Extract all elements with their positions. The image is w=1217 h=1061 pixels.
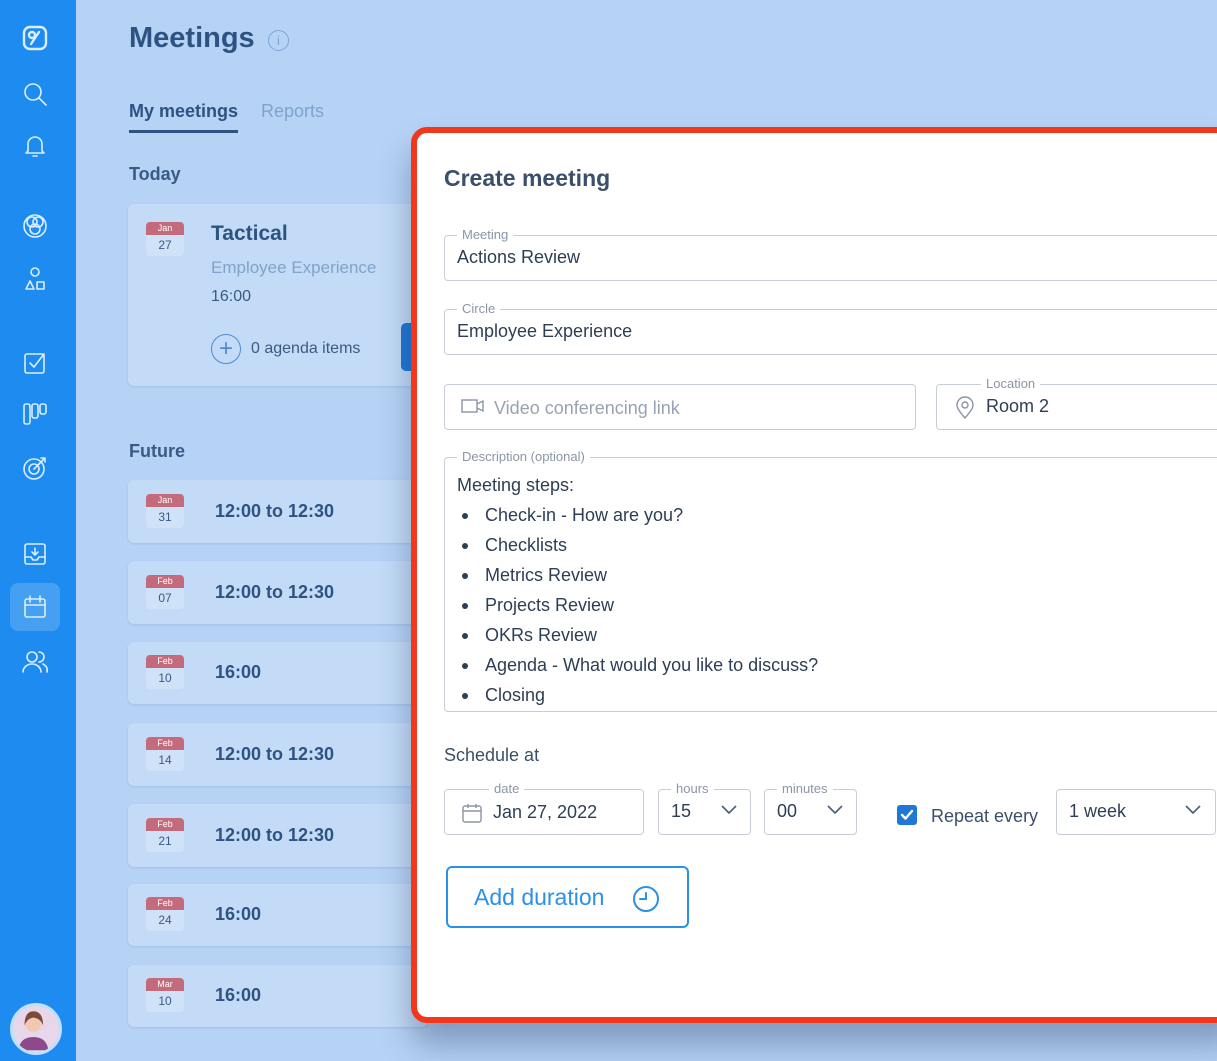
date-badge: Feb 21 xyxy=(146,818,184,852)
board-icon[interactable] xyxy=(10,390,60,438)
list-item: Metrics Review xyxy=(457,560,818,590)
people-icon[interactable] xyxy=(10,637,60,685)
chevron-down-icon xyxy=(1185,805,1201,819)
tab-my-meetings[interactable]: My meetings xyxy=(129,101,239,133)
roles-icon[interactable] xyxy=(10,255,60,303)
list-item: Checklists xyxy=(457,530,818,560)
chevron-down-icon xyxy=(827,805,843,819)
repeat-interval-select[interactable]: 1 week xyxy=(1056,789,1216,835)
list-item: Closing xyxy=(457,680,818,710)
modal-title: Create meeting xyxy=(444,165,611,191)
location-field[interactable]: Location Room 2 xyxy=(936,376,1217,430)
future-meeting-card[interactable]: Feb 21 12:00 to 12:30 xyxy=(128,804,428,867)
checklist-icon[interactable] xyxy=(10,339,60,387)
create-meeting-modal: Create meeting Meeting Actions Review Ci… xyxy=(411,127,1217,1023)
date-field[interactable]: date Jan 27, 2022 xyxy=(444,781,644,835)
meeting-title: Tactical xyxy=(211,222,288,245)
tab-reports[interactable]: Reports xyxy=(261,101,324,122)
user-avatar[interactable] xyxy=(10,1003,62,1055)
info-icon[interactable]: i xyxy=(268,30,289,51)
check-icon xyxy=(900,809,914,820)
meeting-field[interactable]: Meeting Actions Review xyxy=(444,227,1217,281)
hours-select[interactable]: hours 15 xyxy=(658,781,751,835)
meeting-circle: Employee Experience xyxy=(211,258,377,277)
meeting-time: 16:00 xyxy=(211,288,252,305)
date-badge: Jan 31 xyxy=(146,494,184,528)
video-camera-icon xyxy=(461,399,484,413)
bell-icon[interactable] xyxy=(10,122,60,170)
future-meeting-card[interactable]: Feb 07 12:00 to 12:30 xyxy=(128,561,428,624)
date-badge: Feb 24 xyxy=(146,897,184,931)
meeting-time: 12:00 to 12:30 xyxy=(215,582,335,602)
future-meeting-card[interactable]: Jan 31 12:00 to 12:30 xyxy=(128,480,428,543)
circles-icon[interactable] xyxy=(10,202,60,250)
section-future: Future xyxy=(129,441,185,461)
description-heading: Meeting steps: xyxy=(457,475,575,495)
location-pin-icon xyxy=(956,396,974,420)
clock-icon xyxy=(633,886,659,912)
calendar-icon[interactable] xyxy=(10,583,60,631)
list-item: Projects Review xyxy=(457,590,818,620)
sidebar xyxy=(0,0,76,1061)
calendar-icon xyxy=(462,804,482,823)
date-badge: Feb 10 xyxy=(146,655,184,689)
page-title: Meetings xyxy=(129,22,255,54)
description-field[interactable]: Description (optional) Meeting steps: Ch… xyxy=(444,449,1217,712)
date-badge: Feb 14 xyxy=(146,737,184,771)
today-meeting-card[interactable]: Jan 27 Tactical Employee Experience 16:0… xyxy=(128,204,428,386)
list-item: Agenda - What would you like to discuss? xyxy=(457,650,818,680)
chevron-down-icon xyxy=(721,805,737,819)
list-item: OKRs Review xyxy=(457,620,818,650)
schedule-label: Schedule at xyxy=(444,745,540,765)
future-meeting-card[interactable]: Feb 14 12:00 to 12:30 xyxy=(128,723,428,786)
circle-field[interactable]: Circle Employee Experience xyxy=(444,301,1217,355)
date-badge: Jan 27 xyxy=(146,222,184,256)
meeting-time: 12:00 to 12:30 xyxy=(215,825,335,845)
meeting-time: 16:00 xyxy=(215,662,262,682)
add-agenda-icon[interactable]: + xyxy=(211,334,241,364)
meeting-time: 16:00 xyxy=(215,985,262,1005)
list-item: Check-in - How are you? xyxy=(457,500,818,530)
add-duration-button[interactable]: Add duration xyxy=(446,866,689,928)
inbox-icon[interactable] xyxy=(10,530,60,578)
future-meeting-card[interactable]: Feb 24 16:00 xyxy=(128,884,428,946)
future-meeting-card[interactable]: Mar 10 16:00 xyxy=(128,965,428,1027)
agenda-count: 0 agenda items xyxy=(251,340,361,357)
meeting-time: 12:00 to 12:30 xyxy=(215,501,335,521)
repeat-checkbox[interactable] xyxy=(897,805,917,825)
date-badge: Mar 10 xyxy=(146,978,184,1012)
section-today: Today xyxy=(129,164,181,184)
meeting-time: 12:00 to 12:30 xyxy=(215,744,335,764)
search-icon[interactable] xyxy=(10,70,60,118)
date-badge: Feb 07 xyxy=(146,575,184,609)
minutes-select[interactable]: minutes 00 xyxy=(764,781,857,835)
meeting-time: 16:00 xyxy=(215,904,262,924)
repeat-label: Repeat every xyxy=(931,806,1039,826)
future-meeting-card[interactable]: Feb 10 16:00 xyxy=(128,642,428,704)
target-icon[interactable] xyxy=(10,444,60,492)
app-logo-icon[interactable] xyxy=(10,14,60,62)
video-link-input[interactable]: Video conferencing link xyxy=(444,384,916,430)
